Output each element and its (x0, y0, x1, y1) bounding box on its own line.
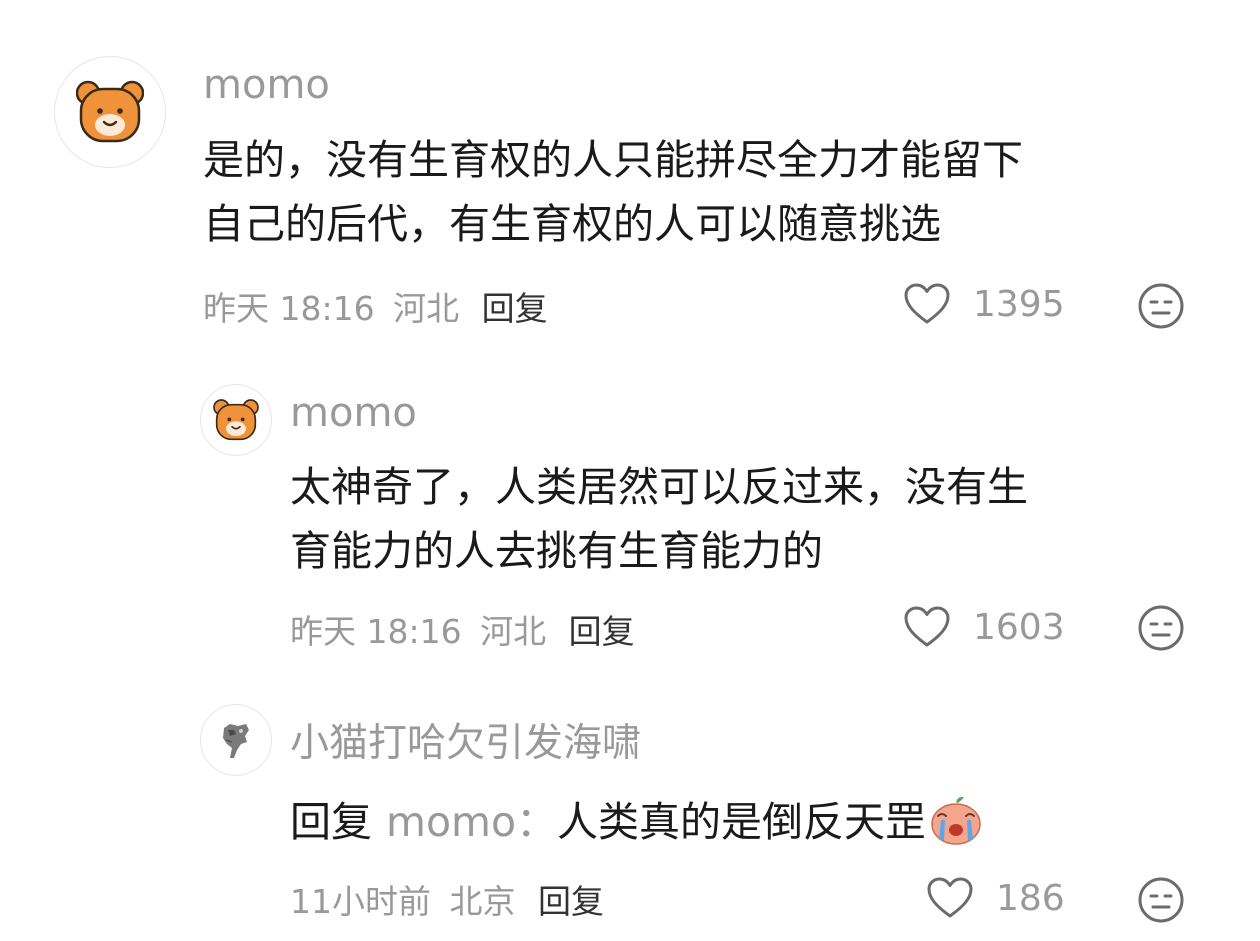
timestamp: 11小时前 (290, 882, 431, 921)
reply-button[interactable]: 回复 (569, 612, 635, 651)
like-button[interactable]: 1603 (903, 603, 1065, 651)
reply-button[interactable]: 回复 (538, 882, 604, 921)
avatar[interactable] (200, 384, 272, 456)
timestamp: 昨天 18:16 (290, 612, 462, 651)
reaction-button[interactable] (1137, 876, 1185, 928)
location: 河北 (393, 289, 460, 328)
username[interactable]: momo (203, 62, 330, 108)
comment-meta: 昨天 18:16 河北 回复 (203, 282, 548, 330)
comment-meta: 11小时前 北京 回复 (290, 875, 604, 923)
bear-avatar-icon (76, 80, 144, 143)
reply-prefix: 回复 (290, 798, 372, 846)
like-count: 1603 (973, 606, 1065, 648)
avatar[interactable] (200, 704, 272, 776)
location: 河北 (480, 612, 547, 651)
heart-icon (927, 877, 973, 918)
comment-text-line: 自己的后代，有生育权的人可以随意挑选 (203, 199, 941, 248)
like-count: 186 (996, 877, 1065, 919)
location: 北京 (449, 882, 516, 921)
username[interactable]: 小猫打哈欠引发海啸 (290, 712, 641, 768)
comment-text-line: 是的，没有生育权的人只能拼尽全力才能留下 (203, 136, 1023, 184)
cat-sketch-avatar-icon (223, 724, 249, 758)
heart-icon (904, 606, 950, 647)
comment-text-line: 育能力的人去挑有生育能力的 (290, 526, 823, 575)
timestamp: 昨天 18:16 (203, 289, 375, 328)
username[interactable]: momo (290, 390, 417, 436)
comment-meta: 昨天 18:16 河北 回复 (290, 605, 635, 653)
comment-text-line: 太神奇了，人类居然可以反过来，没有生 (290, 463, 1028, 511)
reply-item: 小猫打哈欠引发海啸 回复 momo：人类真的是倒反天罡 11小时前 北京 回复 1… (0, 680, 1260, 941)
crying-peach-emoji-icon (928, 794, 984, 864)
avatar[interactable] (54, 56, 166, 168)
neutral-face-icon (1138, 283, 1184, 329)
reaction-button[interactable] (1137, 282, 1185, 334)
like-button[interactable]: 186 (926, 874, 1065, 922)
comment-text: 回复 momo：人类真的是倒反天罡 (290, 792, 984, 864)
reply-target-user[interactable]: momo： (386, 798, 557, 846)
comment-item: momo 是的，没有生育权的人只能拼尽全力才能留下 自己的后代，有生育权的人可以… (0, 0, 1260, 360)
comment-text: 是的，没有生育权的人只能拼尽全力才能留下 自己的后代，有生育权的人可以随意挑选 (203, 130, 1023, 255)
reply-item: momo 太神奇了，人类居然可以反过来，没有生 育能力的人去挑有生育能力的 昨天… (0, 360, 1260, 680)
bear-avatar-icon (213, 399, 259, 441)
reply-button[interactable]: 回复 (482, 289, 548, 328)
neutral-face-icon (1138, 877, 1184, 923)
neutral-face-icon (1138, 605, 1184, 651)
like-count: 1395 (973, 283, 1065, 325)
heart-icon (904, 283, 950, 324)
reaction-button[interactable] (1137, 604, 1185, 656)
comment-text-line: 人类真的是倒反天罡 (557, 798, 927, 846)
like-button[interactable]: 1395 (903, 280, 1065, 328)
comment-text: 太神奇了，人类居然可以反过来，没有生 育能力的人去挑有生育能力的 (290, 457, 1028, 582)
